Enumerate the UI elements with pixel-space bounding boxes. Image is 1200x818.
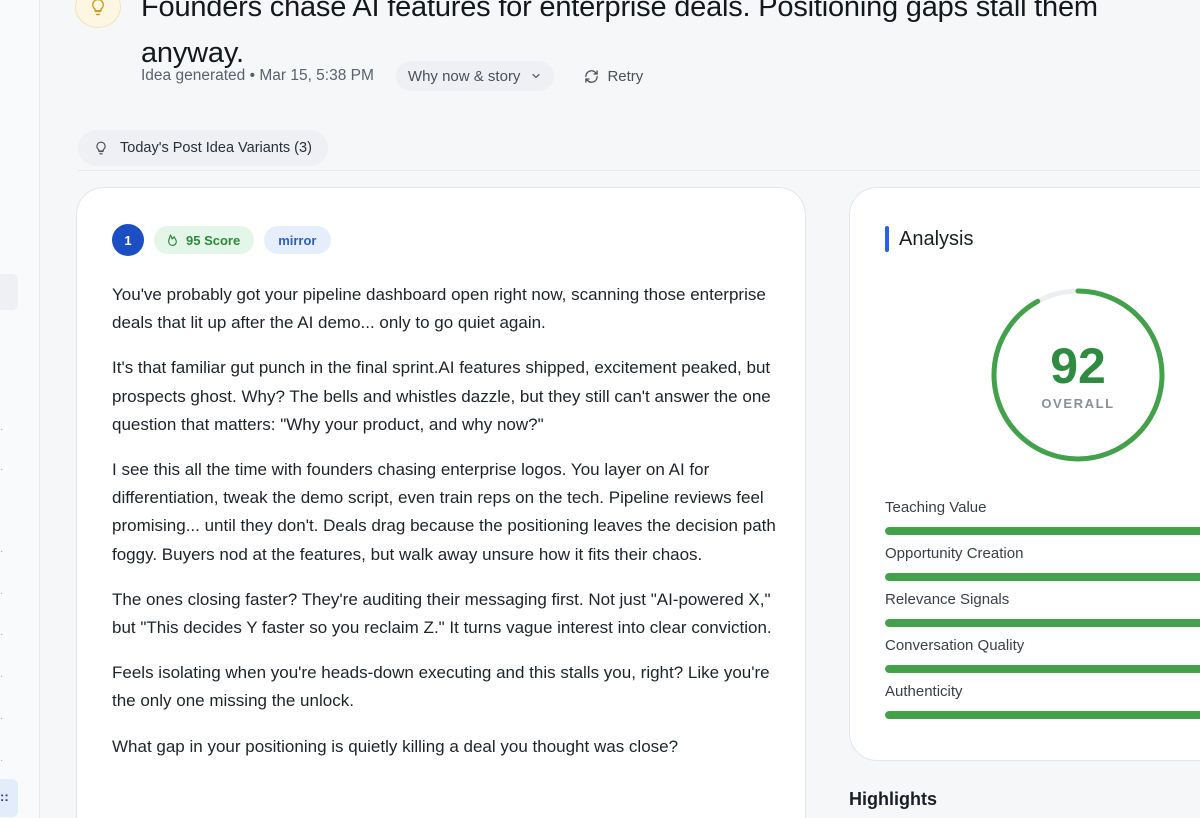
retry-button[interactable]: Retry bbox=[572, 61, 655, 91]
sidebar-ellipsis: · bbox=[0, 629, 4, 640]
post-paragraph: You've probably got your pipeline dashbo… bbox=[112, 285, 766, 333]
why-now-button[interactable]: Why now & story bbox=[395, 61, 555, 91]
sidebar-ellipsis: · bbox=[0, 755, 4, 766]
sidebar-ellipsis: · bbox=[0, 546, 4, 557]
lightbulb-icon bbox=[92, 0, 104, 16]
score-label: 95 Score bbox=[186, 232, 241, 248]
metric-bar-track bbox=[885, 711, 1200, 719]
metric-label: Authenticity bbox=[885, 683, 963, 700]
post-paragraph: Feels isolating when you're heads-down e… bbox=[112, 663, 770, 711]
metric-bar-track bbox=[885, 619, 1200, 627]
analysis-card: Analysis 92 OVERALL Teaching Value Oppor… bbox=[849, 187, 1200, 761]
variants-label: Today's Post Idea Variants (3) bbox=[120, 140, 312, 156]
score-badge: 95 Score bbox=[154, 226, 255, 254]
grid-dots-icon: :: bbox=[0, 789, 9, 804]
metric-bar-track bbox=[885, 573, 1200, 581]
sidebar-ellipsis: · bbox=[0, 464, 4, 475]
sidebar: · · · · · · · · :: bbox=[0, 0, 40, 818]
analysis-heading: Analysis bbox=[885, 226, 973, 252]
metric-bar-track bbox=[885, 527, 1200, 535]
variant-number-badge: 1 bbox=[112, 224, 144, 256]
overall-score-label: OVERALL bbox=[1041, 395, 1115, 411]
post-variant-card: 1 95 Score mirror You've probably got yo… bbox=[76, 187, 806, 818]
lightbulb-icon bbox=[96, 141, 106, 155]
metric-relevance-signals: Relevance Signals bbox=[885, 591, 1200, 627]
metric-opportunity-creation: Opportunity Creation bbox=[885, 545, 1200, 581]
post-paragraph: The ones closing faster? They're auditin… bbox=[112, 589, 772, 638]
metric-label: Teaching Value bbox=[885, 499, 987, 516]
metric-bar-fill bbox=[885, 711, 1200, 719]
metric-label: Conversation Quality bbox=[885, 637, 1025, 654]
metric-label: Opportunity Creation bbox=[885, 545, 1024, 562]
chevron-down-icon bbox=[532, 73, 541, 79]
sidebar-ellipsis: · bbox=[0, 713, 4, 724]
post-badges: 1 95 Score mirror bbox=[112, 224, 331, 256]
post-body: You've probably got your pipeline dashbo… bbox=[112, 281, 777, 778]
overall-score-value: 92 bbox=[1050, 337, 1106, 394]
metric-bar-fill bbox=[885, 573, 1200, 581]
metric-label: Relevance Signals bbox=[885, 591, 1010, 608]
retry-label: Retry bbox=[607, 67, 644, 85]
idea-meta: Idea generated • Mar 15, 5:38 PM bbox=[141, 67, 374, 84]
metric-conversation-quality: Conversation Quality bbox=[885, 637, 1200, 673]
metric-teaching-value: Teaching Value bbox=[885, 499, 1200, 535]
section-divider bbox=[78, 170, 1200, 171]
metric-bar-track bbox=[885, 665, 1200, 673]
analysis-title: Analysis bbox=[899, 227, 974, 250]
post-paragraph: It's that familiar gut punch in the fina… bbox=[112, 358, 771, 434]
sidebar-ellipsis: · bbox=[0, 671, 4, 682]
why-now-label: Why now & story bbox=[407, 67, 521, 85]
variants-toggle[interactable]: Today's Post Idea Variants (3) bbox=[78, 130, 328, 166]
metric-authenticity: Authenticity bbox=[885, 683, 1200, 719]
metric-bar-fill bbox=[885, 619, 1200, 627]
meta-row: Idea generated • Mar 15, 5:38 PM Why now… bbox=[141, 61, 673, 91]
highlights-heading: Highlights bbox=[849, 789, 937, 809]
post-paragraph: I see this all the time with founders ch… bbox=[112, 460, 776, 564]
sidebar-ellipsis: · bbox=[0, 424, 4, 435]
refresh-icon bbox=[585, 69, 599, 83]
overall-score: 92 OVERALL bbox=[989, 286, 1167, 464]
post-paragraph: What gap in your positioning is quietly … bbox=[112, 736, 679, 756]
heading-accent-bar bbox=[885, 226, 889, 252]
metric-bar-fill bbox=[885, 527, 1200, 535]
sidebar-item-active[interactable]: :: bbox=[0, 779, 18, 817]
idea-bulb-badge bbox=[75, 0, 121, 28]
metric-bar-fill bbox=[885, 665, 1200, 673]
flame-icon bbox=[168, 234, 177, 247]
sidebar-ellipsis: · bbox=[0, 588, 4, 599]
post-type-tag: mirror bbox=[264, 226, 331, 254]
sidebar-item-highlight[interactable] bbox=[0, 274, 18, 310]
